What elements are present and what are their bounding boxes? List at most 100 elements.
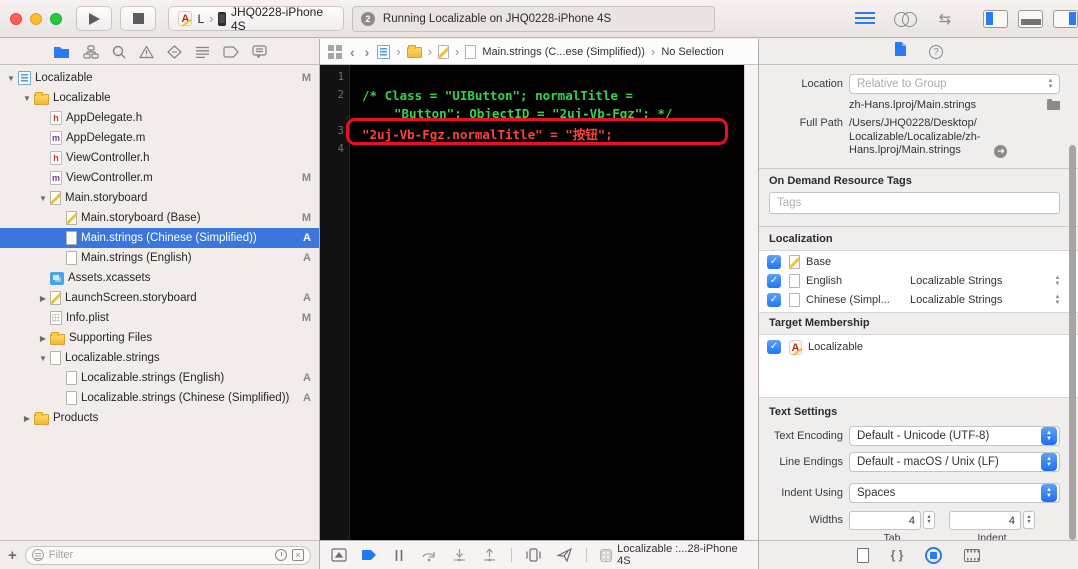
toggle-navigator-button[interactable] [983, 9, 1009, 28]
toggle-debug-area-button[interactable] [1018, 9, 1044, 28]
breadcrumb-project-icon[interactable] [377, 44, 391, 59]
toggle-utilities-button[interactable] [1053, 9, 1078, 28]
breadcrumb-file-icon[interactable] [465, 44, 477, 59]
report-navigator-tab[interactable] [251, 45, 267, 58]
breadcrumb-selection[interactable]: No Selection [661, 46, 723, 58]
disclosure-triangle-icon[interactable] [20, 94, 34, 103]
checkbox-checked-icon[interactable] [767, 340, 781, 354]
localization-row[interactable]: Base [759, 253, 1078, 272]
indent-width-field[interactable]: 4 [949, 510, 1021, 530]
tree-row[interactable]: Localizable.strings (Chinese (Simplified… [0, 388, 319, 408]
tree-row[interactable]: ViewController.m M [0, 168, 319, 188]
tree-row-label: Products [53, 412, 99, 424]
disclosure-triangle-icon[interactable] [20, 414, 34, 423]
assistant-editor-button[interactable] [893, 11, 918, 27]
step-over-button[interactable] [421, 547, 438, 563]
disclosure-triangle-icon[interactable] [36, 354, 50, 363]
standard-editor-button[interactable] [853, 11, 877, 27]
activity-count-badge[interactable]: 2 [360, 11, 375, 26]
line-endings-dropdown[interactable]: Default - macOS / Unix (LF) [849, 451, 1060, 472]
disclosure-triangle-icon[interactable] [36, 194, 50, 203]
pause-execution-button[interactable] [390, 547, 407, 563]
choose-location-folder-icon[interactable] [1047, 99, 1060, 110]
checkbox-checked-icon[interactable] [767, 274, 781, 288]
tree-row[interactable]: Info.plist M [0, 308, 319, 328]
stepper-icon[interactable] [1023, 511, 1035, 529]
hide-debug-area-button[interactable] [330, 547, 347, 563]
debug-process-chip[interactable]: Localizable :...28-iPhone 4S [599, 543, 748, 567]
tree-row-selected[interactable]: Main.strings (Chinese (Simplified)) A [0, 228, 319, 248]
step-into-button[interactable] [451, 547, 468, 563]
breadcrumb-storyboard-icon[interactable] [438, 44, 450, 59]
forward-button[interactable] [363, 44, 372, 60]
scheme-selector[interactable]: L JHQ0228-iPhone 4S [168, 5, 344, 33]
quick-help-inspector-tab[interactable] [929, 44, 943, 59]
disclosure-triangle-icon[interactable] [36, 334, 50, 343]
text-encoding-dropdown[interactable]: Default - Unicode (UTF-8) [849, 425, 1060, 446]
localization-row[interactable]: English Localizable Strings [759, 272, 1078, 291]
tree-row[interactable]: Products [0, 408, 319, 428]
location-dropdown[interactable]: Relative to Group [849, 74, 1060, 94]
close-window-button[interactable] [10, 12, 22, 25]
file-template-library-icon[interactable] [856, 547, 869, 563]
breadcrumb-folder-icon[interactable] [406, 45, 422, 58]
dropdown-stepper-icon[interactable] [1051, 273, 1064, 289]
version-editor-button[interactable] [933, 11, 957, 27]
zoom-window-button[interactable] [50, 12, 62, 25]
localization-row[interactable]: Chinese (Simpl... Localizable Strings [759, 291, 1078, 310]
tree-row[interactable]: Supporting Files [0, 328, 319, 348]
line-endings-value: Default - macOS / Unix (LF) [857, 455, 999, 468]
debug-navigator-tab[interactable] [195, 46, 210, 58]
simulate-location-button[interactable] [555, 547, 572, 563]
step-out-button[interactable] [481, 547, 498, 563]
stepper-icon[interactable] [923, 511, 935, 529]
tree-row[interactable]: Localizable.strings [0, 348, 319, 368]
tree-row[interactable]: Localizable [0, 88, 319, 108]
minimize-window-button[interactable] [30, 12, 42, 25]
tree-row[interactable]: Main.strings (English) A [0, 248, 319, 268]
disclosure-triangle-icon[interactable] [4, 74, 18, 83]
checkbox-checked-icon[interactable] [767, 293, 781, 307]
issue-navigator-tab[interactable] [138, 44, 154, 59]
tree-row[interactable]: Localizable.strings (English) A [0, 368, 319, 388]
tab-width-field[interactable]: 4 [849, 510, 921, 530]
back-button[interactable] [348, 44, 357, 60]
tags-input[interactable]: Tags [769, 191, 1060, 214]
open-in-finder-arrow-icon[interactable] [994, 144, 1008, 158]
stop-button[interactable] [120, 6, 157, 31]
tree-row[interactable]: AppDelegate.h [0, 108, 319, 128]
object-library-icon[interactable] [925, 546, 943, 564]
tree-row[interactable]: Localizable M [0, 68, 319, 88]
target-row[interactable]: Localizable [759, 338, 1078, 357]
breadcrumb-file-name[interactable]: Main.strings (C...ese (Simplified)) [482, 46, 645, 58]
tree-row[interactable]: Main.storyboard (Base) M [0, 208, 319, 228]
tree-row[interactable]: Assets.xcassets [0, 268, 319, 288]
find-navigator-tab[interactable] [112, 45, 126, 59]
editor-scrollbar[interactable] [744, 65, 758, 540]
code-snippet-library-icon[interactable] [891, 548, 904, 562]
project-navigator-tab[interactable] [53, 45, 70, 59]
recent-files-icon[interactable] [275, 549, 287, 561]
tree-row[interactable]: AppDelegate.m [0, 128, 319, 148]
related-items-icon[interactable] [328, 44, 342, 59]
breakpoint-navigator-tab[interactable] [222, 45, 239, 58]
symbol-navigator-tab[interactable] [82, 44, 99, 59]
file-inspector-tab[interactable] [894, 41, 907, 62]
unsaved-files-icon[interactable] [292, 549, 304, 561]
view-debugger-button[interactable] [525, 547, 542, 563]
tree-row[interactable]: ViewController.h [0, 148, 319, 168]
dropdown-stepper-icon[interactable] [1051, 292, 1064, 308]
tree-row[interactable]: LaunchScreen.storyboard A [0, 288, 319, 308]
indent-using-dropdown[interactable]: Spaces [849, 482, 1060, 503]
media-library-icon[interactable] [964, 548, 981, 562]
tree-row[interactable]: Main.storyboard [0, 188, 319, 208]
add-file-button[interactable] [8, 547, 17, 564]
run-button[interactable] [76, 6, 113, 31]
test-navigator-tab[interactable] [166, 44, 182, 59]
breakpoints-toggle-button[interactable] [360, 547, 377, 563]
disclosure-triangle-icon[interactable] [36, 294, 50, 303]
inspector-scrollbar[interactable] [1069, 145, 1076, 540]
filter-input[interactable]: Filter [24, 545, 311, 565]
checkbox-checked-icon[interactable] [767, 255, 781, 269]
source-editor[interactable]: 1 2 3 4 /* Class = "UIButton"; normalTit… [320, 65, 758, 540]
